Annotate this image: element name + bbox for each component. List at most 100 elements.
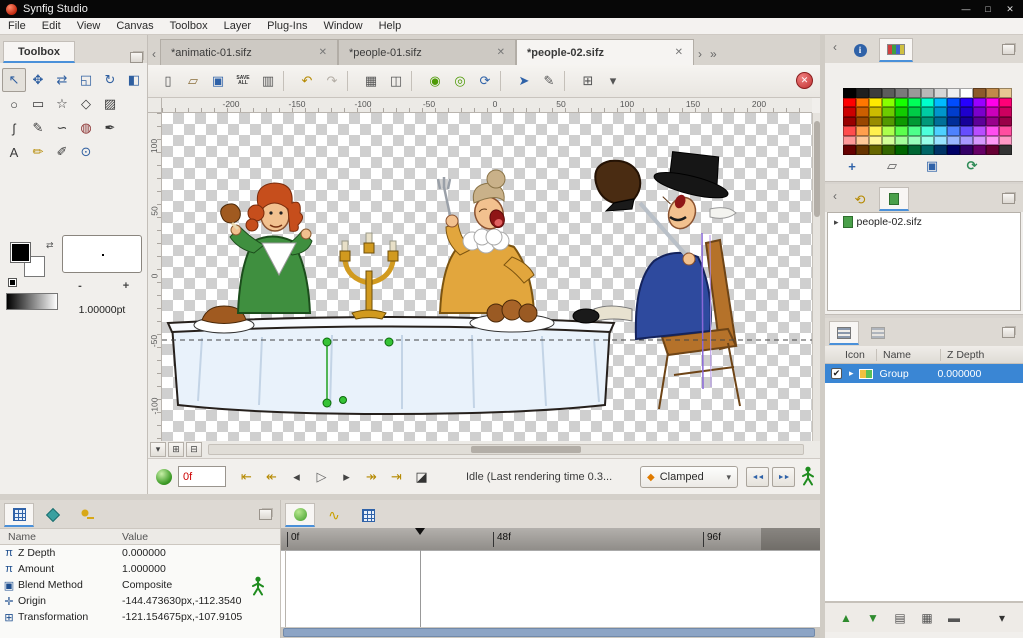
- palette-swatch[interactable]: [986, 135, 999, 145]
- polygon-tool[interactable]: ◇: [74, 92, 98, 116]
- fill-tool[interactable]: ◍: [74, 116, 98, 140]
- palette-swatch[interactable]: [960, 88, 973, 98]
- new-document-button[interactable]: ▯: [156, 69, 180, 93]
- save-palette-button[interactable]: ▣: [921, 157, 943, 175]
- menu-item[interactable]: Plug-Ins: [259, 19, 315, 33]
- layers-list[interactable]: [825, 383, 1023, 602]
- palette-swatch[interactable]: [843, 126, 856, 136]
- toggle-grid-button[interactable]: ⊞: [576, 69, 600, 93]
- palette-swatch[interactable]: [908, 97, 921, 107]
- layer-visibility-checkbox[interactable]: ✔: [831, 368, 842, 379]
- palette-swatch[interactable]: [869, 135, 882, 145]
- palette-swatch[interactable]: [921, 126, 934, 136]
- timebar[interactable]: 0f 48f 96f: [281, 528, 820, 550]
- tab-toolbox[interactable]: Toolbox: [3, 41, 75, 63]
- add-color-button[interactable]: +: [841, 157, 863, 175]
- palette-swatch[interactable]: [908, 116, 921, 126]
- palette-swatch[interactable]: [960, 126, 973, 136]
- scale-tool[interactable]: ◱: [74, 68, 98, 92]
- circle-tool[interactable]: ○: [2, 92, 26, 116]
- lasso-tool[interactable]: ∽: [50, 116, 74, 140]
- draw-tool[interactable]: ✎: [26, 116, 50, 140]
- preview-button[interactable]: ◫: [384, 69, 408, 93]
- palette-swatch[interactable]: [986, 126, 999, 136]
- close-tab-icon[interactable]: ✕: [497, 47, 505, 58]
- redo-button[interactable]: ↷: [320, 69, 344, 93]
- minimize-button[interactable]: —: [959, 4, 973, 15]
- palette-swatch[interactable]: [856, 145, 869, 155]
- palette-swatch[interactable]: [947, 116, 960, 126]
- close-button[interactable]: ✕: [1003, 4, 1017, 15]
- text-tool[interactable]: A: [2, 140, 26, 164]
- palette-swatch[interactable]: [869, 107, 882, 117]
- gradient-swatch[interactable]: [6, 293, 58, 310]
- palette-swatch[interactable]: [947, 145, 960, 155]
- palette-swatch[interactable]: [986, 88, 999, 98]
- refresh-canvas-button[interactable]: ⟳: [473, 69, 497, 93]
- menu-item[interactable]: Edit: [34, 19, 69, 33]
- palette-swatch[interactable]: [908, 88, 921, 98]
- palette-swatch[interactable]: [921, 107, 934, 117]
- tab-canvas-browser[interactable]: [879, 187, 909, 211]
- palette-swatch[interactable]: [908, 107, 921, 117]
- palette-swatch[interactable]: [908, 145, 921, 155]
- gradient-tool[interactable]: ▨: [98, 92, 122, 116]
- panel-drag-handle[interactable]: [1002, 192, 1015, 204]
- palette-swatch[interactable]: [843, 97, 856, 107]
- onion-skin-toggle[interactable]: ◉: [423, 69, 447, 93]
- zoom-tool[interactable]: ⊙: [74, 140, 98, 164]
- grid-menu-button[interactable]: ▾: [601, 69, 625, 93]
- tab-params[interactable]: [4, 503, 34, 527]
- tab-keyframes[interactable]: [38, 503, 68, 527]
- palette-swatch[interactable]: [999, 88, 1012, 98]
- palette-swatch[interactable]: [986, 97, 999, 107]
- brush-size-value[interactable]: 1.00000pt: [56, 304, 148, 316]
- palette-swatch[interactable]: [856, 126, 869, 136]
- palette-swatch[interactable]: [934, 135, 947, 145]
- palette-swatch[interactable]: [999, 97, 1012, 107]
- column-header[interactable]: Name: [877, 348, 941, 361]
- future-onion-button[interactable]: ►►: [772, 467, 795, 487]
- eyedrop-tool[interactable]: ✒: [98, 116, 122, 140]
- rotate-tool[interactable]: ↻: [98, 68, 122, 92]
- palette-swatch[interactable]: [947, 135, 960, 145]
- tabs-scroll-left-icon[interactable]: ‹: [148, 47, 160, 65]
- palette-swatch[interactable]: [869, 126, 882, 136]
- animate-mode-toggle[interactable]: [800, 466, 815, 490]
- sketch-tool[interactable]: ✏: [26, 140, 50, 164]
- maximize-button[interactable]: □: [981, 4, 995, 15]
- panel-drag-handle[interactable]: [1002, 43, 1015, 55]
- column-header[interactable]: Z Depth: [941, 349, 1023, 361]
- tabs-scroll-left-icon[interactable]: ‹: [829, 189, 841, 207]
- palette-swatch[interactable]: [882, 88, 895, 98]
- palette-swatch[interactable]: [856, 135, 869, 145]
- brush-preview[interactable]: [62, 235, 142, 273]
- prev-frame-button[interactable]: ◂: [284, 466, 309, 488]
- palette-swatch[interactable]: [934, 107, 947, 117]
- tab-history[interactable]: ⟲: [845, 187, 875, 211]
- next-frame-button[interactable]: ▸: [334, 466, 359, 488]
- palette-swatch[interactable]: [869, 97, 882, 107]
- param-row[interactable]: ✛ Origin -144.473630px,-112.3540: [0, 593, 280, 609]
- palette-swatch[interactable]: [921, 116, 934, 126]
- time-cursor[interactable]: [415, 528, 425, 535]
- palette-swatch[interactable]: [934, 97, 947, 107]
- palette-swatch[interactable]: [947, 126, 960, 136]
- param-row[interactable]: π Amount 1.000000: [0, 561, 280, 577]
- lower-layer-button[interactable]: ▼: [862, 607, 884, 629]
- scrollbar-thumb[interactable]: [471, 446, 581, 453]
- palette-swatch[interactable]: [908, 135, 921, 145]
- menu-item[interactable]: Canvas: [108, 19, 161, 33]
- palette-swatch[interactable]: [856, 88, 869, 98]
- canvas-vscrollbar[interactable]: [812, 113, 820, 441]
- palette-swatch[interactable]: [999, 107, 1012, 117]
- canvas-hscrollbar[interactable]: [208, 444, 804, 455]
- palette-swatch[interactable]: [882, 135, 895, 145]
- close-tab-icon[interactable]: ✕: [319, 47, 327, 58]
- param-value[interactable]: 0.000000: [122, 547, 280, 559]
- increase-brush-button[interactable]: +: [116, 280, 136, 292]
- palette-swatch[interactable]: [843, 88, 856, 98]
- column-header[interactable]: Value: [122, 531, 148, 543]
- palette-swatch[interactable]: [895, 97, 908, 107]
- palette-swatch[interactable]: [947, 88, 960, 98]
